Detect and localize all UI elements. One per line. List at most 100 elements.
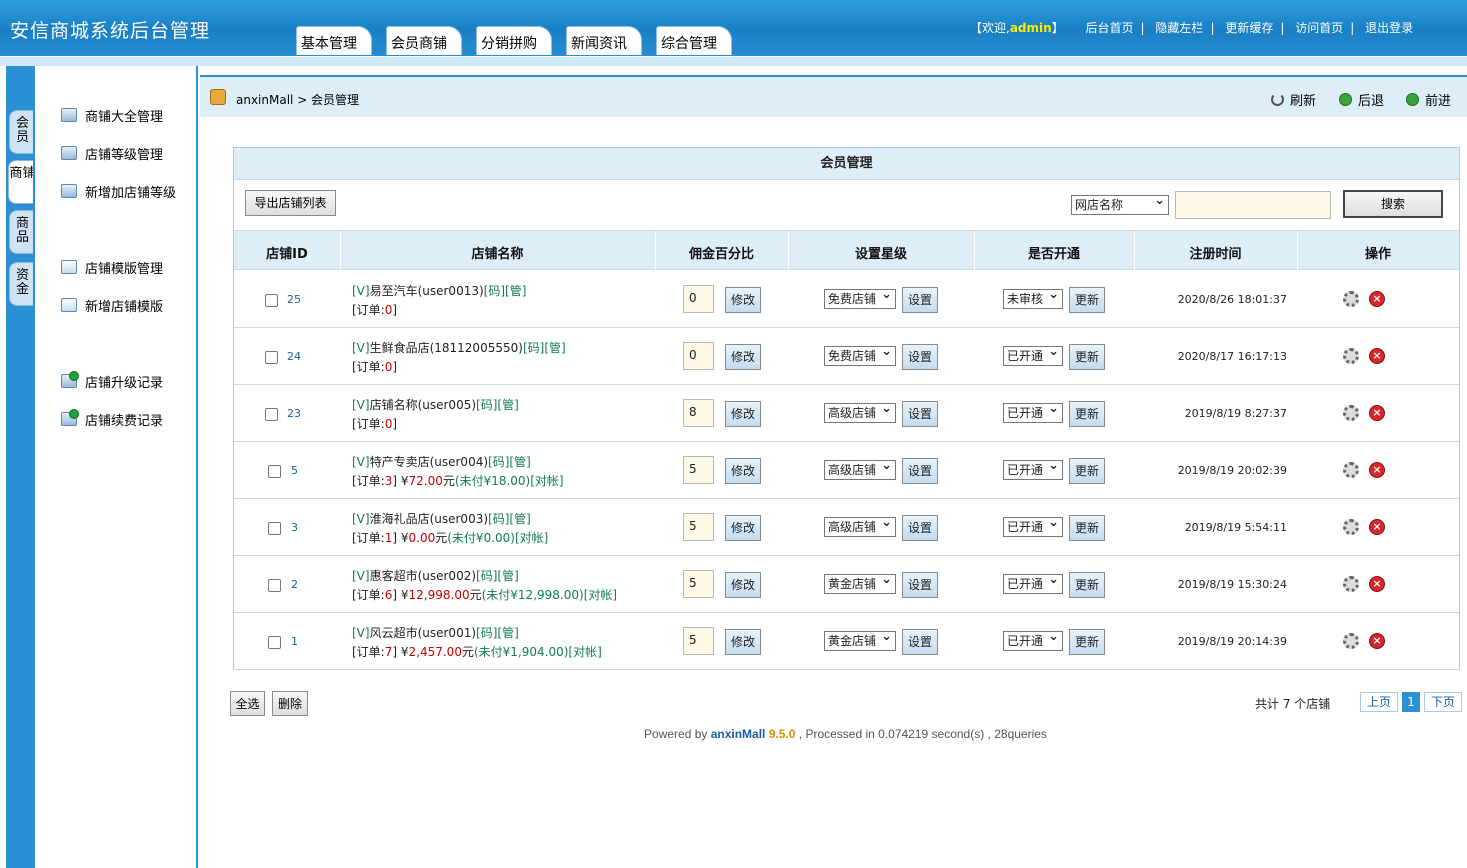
update-status-button[interactable]: 更新 [1069,401,1105,427]
reconcile-link[interactable]: [对帐] [568,645,601,659]
select-all-button[interactable]: 全选 [230,691,265,716]
shop-id-link[interactable]: 25 [287,293,301,306]
open-status-select[interactable]: 已开通 [1003,457,1063,480]
vip-link[interactable]: [V] [352,455,370,469]
update-status-button[interactable]: 更新 [1069,515,1105,541]
manage-link[interactable]: [管] [505,284,526,298]
reconcile-link[interactable]: [对帐] [584,588,617,602]
side-tab-goods[interactable]: 商品 [9,210,35,254]
modify-commission-button[interactable]: 修改 [725,458,761,484]
shop-id-link[interactable]: 23 [287,407,301,420]
link-admin-home[interactable]: 后台首页 [1086,21,1134,35]
delete-button[interactable]: 删除 [272,691,308,716]
star-level-select[interactable]: 黄金店铺 [824,628,896,651]
vip-link[interactable]: [V] [352,626,370,640]
open-status-select[interactable]: 已开通 [1003,400,1063,423]
set-level-button[interactable]: 设置 [902,344,938,370]
vip-link[interactable]: [V] [352,512,370,526]
menu-upgrade-records[interactable]: 店铺升级记录 [61,371,163,391]
vip-link[interactable]: [V] [352,569,370,583]
shop-id-link[interactable]: 5 [291,464,298,477]
link-visit-home[interactable]: 访问首页 [1295,21,1343,35]
qr-code-link[interactable]: [码] [476,569,497,583]
menu-add-shop-template[interactable]: 新增店铺模版 [61,295,163,315]
side-tab-funds[interactable]: 资金 [9,262,35,306]
row-checkbox[interactable] [268,579,281,592]
side-tab-shop[interactable]: 商铺 [8,160,36,204]
commission-input[interactable]: 0 [683,342,714,370]
row-checkbox[interactable] [268,465,281,478]
qr-code-link[interactable]: [码] [476,626,497,640]
shop-id-link[interactable]: 1 [291,635,298,648]
commission-input[interactable]: 5 [683,627,714,655]
delete-icon[interactable]: × [1369,519,1385,535]
tab-general[interactable]: 综合管理 [656,26,732,55]
back-button[interactable]: 后退 [1339,90,1384,109]
update-status-button[interactable]: 更新 [1069,572,1105,598]
qr-code-link[interactable]: [码] [523,341,544,355]
qr-code-link[interactable]: [码] [476,398,497,412]
vip-link[interactable]: [V] [352,284,370,298]
shop-id-link[interactable]: 2 [291,578,298,591]
export-shop-list-button[interactable]: 导出店铺列表 [245,190,336,216]
gear-icon[interactable] [1343,405,1359,421]
side-tab-member[interactable]: 会员 [9,110,35,154]
gear-icon[interactable] [1343,633,1359,649]
update-status-button[interactable]: 更新 [1069,458,1105,484]
reconcile-link[interactable]: [对帐] [530,474,563,488]
next-page-button[interactable]: 下页 [1424,692,1462,712]
shop-id-link[interactable]: 3 [291,521,298,534]
modify-commission-button[interactable]: 修改 [725,515,761,541]
gear-icon[interactable] [1343,576,1359,592]
open-status-select[interactable]: 已开通 [1003,628,1063,651]
link-logout[interactable]: 退出登录 [1365,21,1413,35]
commission-input[interactable]: 0 [683,285,714,313]
row-checkbox[interactable] [268,636,281,649]
qr-code-link[interactable]: [码] [484,284,505,298]
gear-icon[interactable] [1343,519,1359,535]
tab-member-shop[interactable]: 会员商铺 [386,26,462,55]
menu-shop-list[interactable]: 商铺大全管理 [61,105,163,125]
page-1-button[interactable]: 1 [1402,692,1420,712]
open-status-select[interactable]: 未审核 [1003,286,1063,309]
search-input[interactable] [1175,191,1331,219]
row-checkbox[interactable] [265,408,278,421]
modify-commission-button[interactable]: 修改 [725,287,761,313]
row-checkbox[interactable] [265,294,278,307]
qr-code-link[interactable]: [码] [488,512,509,526]
tab-distribution[interactable]: 分销拼购 [476,26,552,55]
delete-icon[interactable]: × [1369,462,1385,478]
modify-commission-button[interactable]: 修改 [725,572,761,598]
set-level-button[interactable]: 设置 [902,629,938,655]
open-status-select[interactable]: 已开通 [1003,343,1063,366]
manage-link[interactable]: [管] [497,398,518,412]
delete-icon[interactable]: × [1369,576,1385,592]
manage-link[interactable]: [管] [497,569,518,583]
refresh-button[interactable]: 刷新 [1271,90,1316,109]
tab-basic[interactable]: 基本管理 [296,26,372,55]
gear-icon[interactable] [1343,291,1359,307]
gear-icon[interactable] [1343,348,1359,364]
reconcile-link[interactable]: [对帐] [515,531,548,545]
commission-input[interactable]: 5 [683,570,714,598]
star-level-select[interactable]: 黄金店铺 [824,571,896,594]
link-hide-sidebar[interactable]: 隐藏左栏 [1155,21,1203,35]
manage-link[interactable]: [管] [497,626,518,640]
tab-news[interactable]: 新闻资讯 [566,26,642,55]
search-button[interactable]: 搜索 [1343,190,1443,218]
update-status-button[interactable]: 更新 [1069,344,1105,370]
set-level-button[interactable]: 设置 [902,287,938,313]
prev-page-button[interactable]: 上页 [1360,692,1398,712]
star-level-select[interactable]: 免费店铺 [824,286,896,309]
row-checkbox[interactable] [265,351,278,364]
delete-icon[interactable]: × [1369,405,1385,421]
set-level-button[interactable]: 设置 [902,458,938,484]
manage-link[interactable]: [管] [544,341,565,355]
delete-icon[interactable]: × [1369,633,1385,649]
manage-link[interactable]: [管] [509,455,530,469]
menu-add-shop-level[interactable]: 新增加店铺等级 [61,181,176,201]
menu-shop-levels[interactable]: 店铺等级管理 [61,143,163,163]
link-update-cache[interactable]: 更新缓存 [1225,21,1273,35]
commission-input[interactable]: 5 [683,513,714,541]
set-level-button[interactable]: 设置 [902,515,938,541]
